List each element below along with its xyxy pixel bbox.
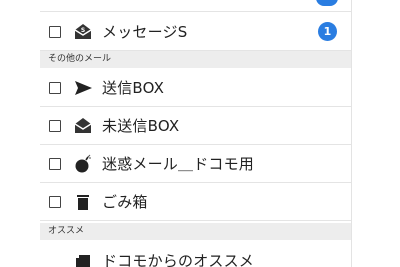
folder-list: S メッセージS 1 その他のメール 送信BOX 未送信BOX 迷惑メール＿ドコ… xyxy=(40,0,352,267)
section-header-other-mail: その他のメール xyxy=(40,51,352,68)
checkbox[interactable] xyxy=(49,25,61,38)
send-arrow-icon xyxy=(72,77,94,99)
previous-folder-row[interactable] xyxy=(40,0,352,12)
folder-row-trash[interactable]: ごみ箱 xyxy=(40,183,352,221)
trash-icon xyxy=(72,191,94,213)
folder-label: 送信BOX xyxy=(102,79,165,97)
folder-row-message-s[interactable]: S メッセージS 1 xyxy=(40,13,352,51)
panel-divider xyxy=(351,0,352,267)
folder-label: 未送信BOX xyxy=(102,117,180,135)
checkbox[interactable] xyxy=(49,157,61,170)
envelope-s-icon: S xyxy=(72,21,94,43)
folder-row-docomo-recommend[interactable]: ドコモからのオススメ xyxy=(40,241,352,267)
section-header-recommend: オススメ xyxy=(40,223,352,240)
unread-count-badge: 1 xyxy=(318,22,337,41)
folder-label: メッセージS xyxy=(102,23,188,41)
checkbox[interactable] xyxy=(49,119,61,132)
checkbox[interactable] xyxy=(49,81,61,94)
envelope-open-icon xyxy=(72,115,94,137)
folder-row-sent[interactable]: 送信BOX xyxy=(40,69,352,107)
folder-row-unsent[interactable]: 未送信BOX xyxy=(40,107,352,145)
folder-row-spam[interactable]: 迷惑メール＿ドコモ用 xyxy=(40,145,352,183)
svg-text:S: S xyxy=(81,27,85,34)
folder-label: ごみ箱 xyxy=(102,193,148,211)
folder-label: 迷惑メール＿ドコモ用 xyxy=(102,155,255,173)
unread-badge-partial xyxy=(316,0,338,6)
bomb-icon xyxy=(72,153,94,175)
mail-folder-screen: S メッセージS 1 その他のメール 送信BOX 未送信BOX 迷惑メール＿ドコ… xyxy=(0,0,400,267)
recommend-icon xyxy=(72,249,94,267)
checkbox[interactable] xyxy=(49,195,61,208)
folder-label: ドコモからのオススメ xyxy=(102,251,255,267)
